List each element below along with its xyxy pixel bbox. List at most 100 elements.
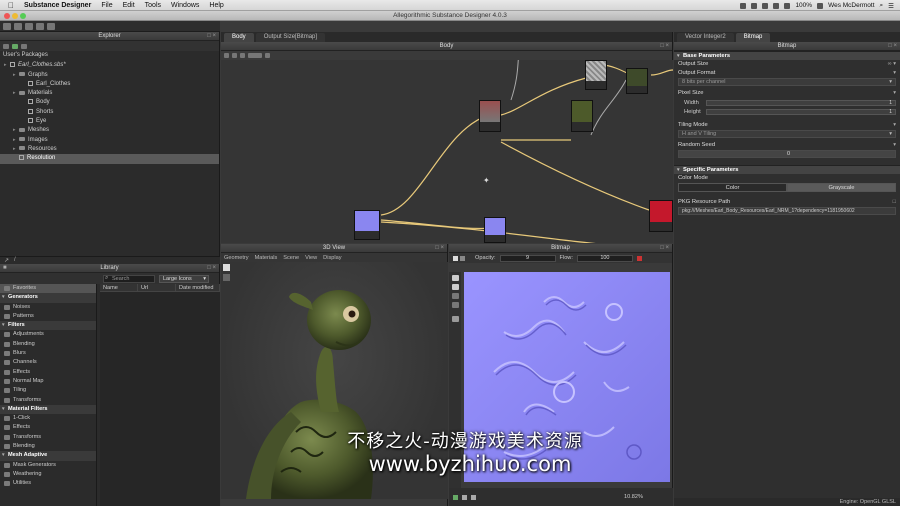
node-output-red[interactable]	[649, 200, 673, 232]
redo-icon[interactable]	[47, 22, 55, 30]
panel-controls[interactable]: □ ×	[207, 264, 216, 273]
flow-field[interactable]: 100	[576, 254, 633, 262]
layout-select[interactable]	[248, 53, 262, 58]
random-seed-field[interactable]: 0	[678, 150, 896, 158]
link-chain-icon[interactable]: ∞ ▾	[888, 60, 896, 69]
inherit-icon[interactable]: ▾	[893, 89, 896, 98]
explorer-item[interactable]: Earl_Clothes	[0, 80, 219, 89]
color-mode-color-button[interactable]: Color	[678, 183, 787, 192]
node-dark[interactable]	[626, 68, 648, 94]
library-category[interactable]: Utilities	[0, 479, 96, 488]
library-section[interactable]: Material Filters	[0, 404, 96, 414]
explorer-item[interactable]: ▸ Earl_Clothes.sbs*	[0, 61, 219, 70]
menu-windows[interactable]: Windows	[171, 2, 199, 9]
explorer-item[interactable]: ▸ Resources	[0, 145, 219, 154]
pkg-path-field[interactable]: pkg:///Meshes/Earl_Body_Resources/Earl_N…	[678, 207, 896, 215]
output-format-select[interactable]: 8 bits per channel	[678, 78, 896, 86]
link-mode-icon[interactable]	[240, 53, 245, 58]
library-category[interactable]: Transforms	[0, 433, 96, 442]
node-normal-input[interactable]	[354, 210, 380, 240]
menu-materials[interactable]: Materials	[255, 255, 278, 261]
open-icon[interactable]	[14, 22, 22, 30]
pencil-icon[interactable]: /	[14, 257, 16, 263]
panel-controls[interactable]: □ ×	[888, 42, 897, 51]
menu-help[interactable]: Help	[209, 2, 223, 9]
paint-tool-icon[interactable]	[451, 284, 459, 290]
explorer-item[interactable]: Shorts	[0, 108, 219, 117]
panel-controls[interactable]: □ ×	[207, 32, 216, 41]
library-category[interactable]: Adjustments	[0, 330, 96, 339]
tab-bitmap[interactable]: Bitmap	[735, 33, 771, 42]
width-slider[interactable]: 1	[706, 99, 896, 106]
inherit-icon[interactable]: ▾	[893, 121, 896, 130]
explorer-item[interactable]: ▸ Graphs	[0, 71, 219, 80]
menu-edit[interactable]: Edit	[123, 2, 135, 9]
explorer-item[interactable]: Eye	[0, 117, 219, 126]
library-section[interactable]: Generators	[0, 293, 96, 303]
view-mode-select[interactable]: Large Icons	[159, 274, 209, 283]
library-category[interactable]: Effects	[0, 423, 96, 432]
eraser-icon[interactable]	[460, 255, 465, 261]
close-window-button[interactable]	[4, 13, 10, 19]
tab-vector-integer2[interactable]: Vector Integer2	[677, 33, 734, 42]
library-category[interactable]: Effects	[0, 368, 96, 377]
explorer-item[interactable]: ▸ Meshes	[0, 126, 219, 135]
light-tool-icon[interactable]	[223, 274, 230, 281]
panel-controls[interactable]: □ ×	[660, 244, 669, 253]
col-name[interactable]: Name	[100, 284, 138, 291]
node-noise[interactable]	[585, 60, 607, 90]
node-blend[interactable]	[479, 100, 501, 132]
library-section[interactable]: Filters	[0, 321, 96, 331]
library-category[interactable]: Transforms	[0, 396, 96, 405]
inherit-icon[interactable]: ▾	[893, 69, 896, 78]
panel-controls[interactable]: □ ×	[435, 244, 444, 253]
explorer-item[interactable]: Body	[0, 98, 219, 107]
user-name[interactable]: Wes McDermott	[828, 2, 874, 9]
library-category[interactable]: Weathering	[0, 470, 96, 479]
explorer-item[interactable]: ▸ Images	[0, 136, 219, 145]
clone-tool-icon[interactable]	[451, 293, 459, 299]
panel-controls[interactable]: □ ×	[660, 42, 669, 51]
library-search-input[interactable]: Search	[103, 274, 155, 283]
play-icon[interactable]	[12, 43, 18, 49]
battery-percent[interactable]: 100%	[795, 2, 812, 9]
brush-icon[interactable]	[453, 255, 458, 261]
menu-geometry[interactable]: Geometry	[224, 255, 249, 261]
select-tool-icon[interactable]	[451, 275, 459, 281]
library-category[interactable]: Patterns	[0, 312, 96, 321]
tab-output-size[interactable]: Output Size[Bitmap]	[255, 33, 326, 42]
library-category[interactable]: Tiling	[0, 386, 96, 395]
tray-icon[interactable]	[762, 2, 769, 9]
menu-display[interactable]: Display	[323, 255, 341, 261]
tile-icon[interactable]	[471, 494, 476, 500]
library-category[interactable]: Blending	[0, 442, 96, 451]
frame-icon[interactable]	[224, 53, 229, 58]
explorer-item[interactable]: ▸ Materials	[0, 89, 219, 98]
smudge-tool-icon[interactable]	[451, 302, 459, 308]
tray-icon[interactable]	[740, 2, 747, 9]
tiling-mode-select[interactable]: H and V Tiling	[678, 130, 896, 138]
library-category[interactable]: Favorites	[0, 284, 96, 294]
color-swatch[interactable]	[636, 255, 642, 261]
fit-icon[interactable]	[232, 53, 237, 58]
save-icon[interactable]	[25, 22, 33, 30]
grid-icon[interactable]	[462, 494, 467, 500]
minimize-window-button[interactable]	[12, 13, 18, 19]
opacity-field[interactable]: 9	[499, 254, 556, 262]
library-category[interactable]: Normal Map	[0, 377, 96, 386]
specific-parameters-section[interactable]: Specific Parameters	[674, 165, 900, 175]
library-category[interactable]: Blending	[0, 340, 96, 349]
menu-scene[interactable]: Scene	[283, 255, 299, 261]
tab-body[interactable]: Body	[224, 33, 254, 42]
menu-tools[interactable]: Tools	[145, 2, 161, 9]
undo-icon[interactable]	[36, 22, 44, 30]
search-icon[interactable]: ⌕	[880, 2, 884, 10]
menu-view[interactable]: View	[305, 255, 317, 261]
wifi-icon[interactable]	[773, 2, 780, 9]
height-slider[interactable]: 1	[706, 108, 896, 115]
new-package-icon[interactable]	[3, 22, 11, 30]
volume-icon[interactable]	[784, 2, 791, 9]
library-section[interactable]: Mesh Adaptive	[0, 451, 96, 461]
menu-app-name[interactable]: Substance Designer	[24, 2, 91, 9]
link-icon[interactable]: ↗	[4, 257, 9, 264]
